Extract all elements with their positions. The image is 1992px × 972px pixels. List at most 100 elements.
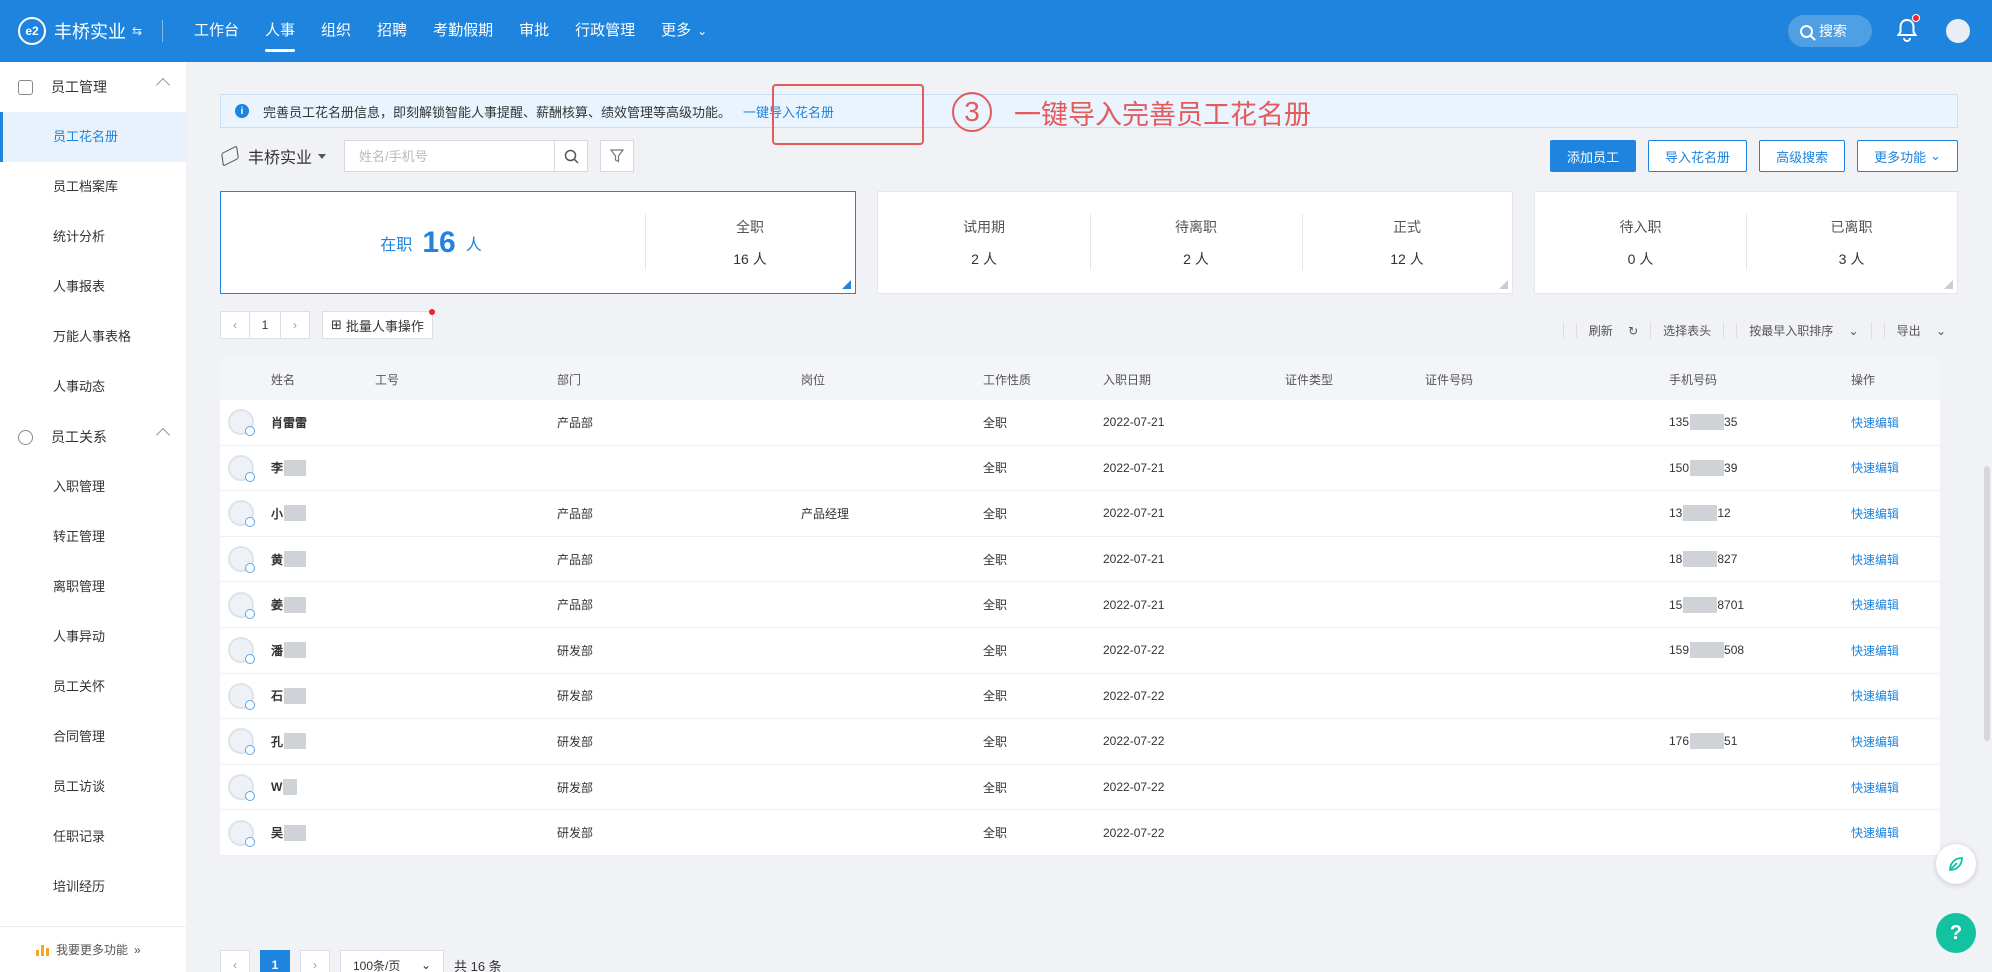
avatar[interactable] xyxy=(228,409,255,437)
avatar[interactable] xyxy=(228,819,255,847)
switch-company-icon[interactable]: ⇆ xyxy=(132,24,142,38)
global-search[interactable]: 搜索 xyxy=(1788,15,1872,47)
avatar[interactable] xyxy=(228,454,255,482)
nav-item-org[interactable]: 组织 xyxy=(308,0,364,62)
name-text: W xyxy=(271,780,283,795)
cell-phone: 18 827 xyxy=(1669,537,1737,582)
table-row[interactable]: 姜 产品部 全职 2022-07-21 15 8701 快速编辑 xyxy=(220,582,1940,628)
brand-logo[interactable]: e2 丰桥实业 ⇆ xyxy=(0,0,162,62)
table-row[interactable]: 李 全职 2022-07-21 150 39 快速编辑 xyxy=(220,445,1940,492)
table-row[interactable]: 小 产品部 产品经理 全职 2022-07-21 13 12 快速编辑 xyxy=(220,491,1940,537)
cell-op[interactable]: 快速编辑 xyxy=(1851,765,1899,810)
sidebar-group-employee-relations[interactable]: 员工关系 xyxy=(0,412,186,462)
nav-item-recruit[interactable]: 招聘 xyxy=(364,0,420,62)
sidebar-item-training[interactable]: 培训经历 xyxy=(0,862,186,912)
stat-card-status[interactable]: 试用期 2 人 待离职 2 人 正式 12 人 xyxy=(877,191,1513,294)
name-text: 石 xyxy=(271,689,284,704)
export-button[interactable]: 导出 ⌄ xyxy=(1870,322,1958,339)
import-roster-button[interactable]: 导入花名册 xyxy=(1648,140,1748,172)
current-page[interactable]: 1 xyxy=(250,311,280,339)
cell-op[interactable]: 快速编辑 xyxy=(1851,628,1899,673)
sidebar-item-roster[interactable]: 员工花名册 xyxy=(0,112,186,162)
table-tools: 刷新 ↻ 选择表头 按最早入职排序 ⌄ 导出 ⌄ xyxy=(1562,322,1958,339)
cell-op[interactable]: 快速编辑 xyxy=(1851,537,1899,582)
prev-page-button[interactable]: ‹ xyxy=(220,950,250,972)
stat-pending-join[interactable]: 待入职 0 人 xyxy=(1535,192,1746,293)
current-page-button[interactable]: 1 xyxy=(260,950,290,972)
sidebar-group-employee-management[interactable]: 员工管理 xyxy=(0,62,186,112)
nav-item-hr[interactable]: 人事 xyxy=(252,0,308,62)
next-page-button[interactable]: › xyxy=(280,311,310,339)
table-row[interactable]: W 研发部 全职 2022-07-22 快速编辑 xyxy=(220,764,1940,811)
table-scrollbar[interactable] xyxy=(1984,466,1990,741)
search-button[interactable] xyxy=(554,140,589,172)
sidebar-item-reports[interactable]: 人事报表 xyxy=(0,262,186,312)
stat-card-join-leave[interactable]: 待入职 0 人 已离职 3 人 xyxy=(1534,191,1958,294)
nav-item-workbench[interactable]: 工作台 xyxy=(181,0,252,62)
sidebar-item-onboarding[interactable]: 入职管理 xyxy=(0,462,186,512)
cell-date: 2022-07-21 xyxy=(1103,506,1165,521)
avatar[interactable] xyxy=(228,774,255,802)
stat-left[interactable]: 已离职 3 人 xyxy=(1746,192,1957,293)
table-row[interactable]: 孔 研发部 全职 2022-07-22 176 51 快速编辑 xyxy=(220,719,1940,765)
step-number: 3 xyxy=(952,92,992,132)
sidebar-item-positions[interactable]: 任职记录 xyxy=(0,812,186,862)
table-row[interactable]: 吴 研发部 全职 2022-07-22 快速编辑 xyxy=(220,810,1940,856)
cell-op[interactable]: 快速编辑 xyxy=(1851,719,1899,764)
stat-card-on-job[interactable]: 在职 16 人 全职 16 人 xyxy=(220,191,856,294)
next-page-button[interactable]: › xyxy=(300,950,330,972)
batch-operations-button[interactable]: ⊞ 批量人事操作 xyxy=(322,309,435,339)
more-functions-button[interactable]: 更多功能 ⌄ xyxy=(1857,140,1958,172)
avatar[interactable] xyxy=(228,591,255,619)
avatar[interactable] xyxy=(228,637,255,665)
avatar[interactable] xyxy=(228,500,255,528)
avatar[interactable] xyxy=(228,728,255,756)
sidebar-item-care[interactable]: 员工关怀 xyxy=(0,662,186,712)
cell-op[interactable]: 快速编辑 xyxy=(1851,674,1899,719)
help-button[interactable]: ? xyxy=(1936,913,1976,953)
sidebar-item-resignation[interactable]: 离职管理 xyxy=(0,562,186,612)
sidebar-item-interviews[interactable]: 员工访谈 xyxy=(0,762,186,812)
sidebar-item-universal-table[interactable]: 万能人事表格 xyxy=(0,312,186,362)
cell-op[interactable]: 快速编辑 xyxy=(1851,810,1899,855)
nav-item-attendance[interactable]: 考勤假期 xyxy=(420,0,506,62)
refresh-button[interactable]: 刷新 ↻ xyxy=(1562,322,1650,339)
sidebar-item-regularization[interactable]: 转正管理 xyxy=(0,512,186,562)
stat-label: 已离职 xyxy=(1830,218,1873,235)
sidebar-item-transfer[interactable]: 人事异动 xyxy=(0,612,186,662)
cell-op[interactable]: 快速编辑 xyxy=(1851,446,1899,491)
page-size-select[interactable]: 100条/页 ⌄ xyxy=(340,950,444,972)
nav-item-approval[interactable]: 审批 xyxy=(506,0,562,62)
table-row[interactable]: 潘 研发部 全职 2022-07-22 159 508 快速编辑 xyxy=(220,627,1940,674)
stat-probation[interactable]: 试用期 2 人 xyxy=(878,192,1090,293)
cell-op[interactable]: 快速编辑 xyxy=(1851,582,1899,627)
stat-formal[interactable]: 正式 12 人 xyxy=(1302,192,1512,293)
org-selector[interactable]: 丰桥实业 xyxy=(220,144,327,168)
sort-button[interactable]: 按最早入职排序 ⌄ xyxy=(1723,322,1870,339)
sidebar-item-archive[interactable]: 员工档案库 xyxy=(0,162,186,212)
select-columns-button[interactable]: 选择表头 xyxy=(1650,322,1723,339)
sidebar-item-hr-dynamics[interactable]: 人事动态 xyxy=(0,362,186,412)
stat-pending-leave[interactable]: 待离职 2 人 xyxy=(1090,192,1302,293)
table-row[interactable]: 石 研发部 全职 2022-07-22 快速编辑 xyxy=(220,673,1940,720)
nav-item-more[interactable]: 更多 ⌄ xyxy=(648,0,720,62)
add-employee-button[interactable]: 添加员工 xyxy=(1550,140,1637,172)
avatar[interactable] xyxy=(228,546,255,574)
more-features-link[interactable]: 我要更多功能 » xyxy=(0,926,186,972)
stat-fulltime[interactable]: 全职 16 人 xyxy=(645,192,855,293)
feedback-button[interactable] xyxy=(1936,844,1976,884)
advanced-search-button[interactable]: 高级搜索 xyxy=(1759,140,1846,172)
nav-item-admin[interactable]: 行政管理 xyxy=(562,0,648,62)
cell-op[interactable]: 快速编辑 xyxy=(1851,400,1899,445)
prev-page-button[interactable]: ‹ xyxy=(220,311,250,339)
sidebar-item-statistics[interactable]: 统计分析 xyxy=(0,212,186,262)
avatar[interactable] xyxy=(228,682,255,710)
table-row[interactable]: 黄 产品部 全职 2022-07-21 18 827 快速编辑 xyxy=(220,536,1940,583)
search-input[interactable] xyxy=(344,140,555,172)
filter-button[interactable] xyxy=(600,140,635,172)
table-row[interactable]: 肖雷雷 产品部 全职 2022-07-21 135 35 快速编辑 xyxy=(220,400,1940,446)
notification-bell-icon[interactable] xyxy=(1896,14,1920,42)
sidebar-item-contracts[interactable]: 合同管理 xyxy=(0,712,186,762)
cell-op[interactable]: 快速编辑 xyxy=(1851,491,1899,536)
user-avatar[interactable] xyxy=(1946,19,1970,43)
